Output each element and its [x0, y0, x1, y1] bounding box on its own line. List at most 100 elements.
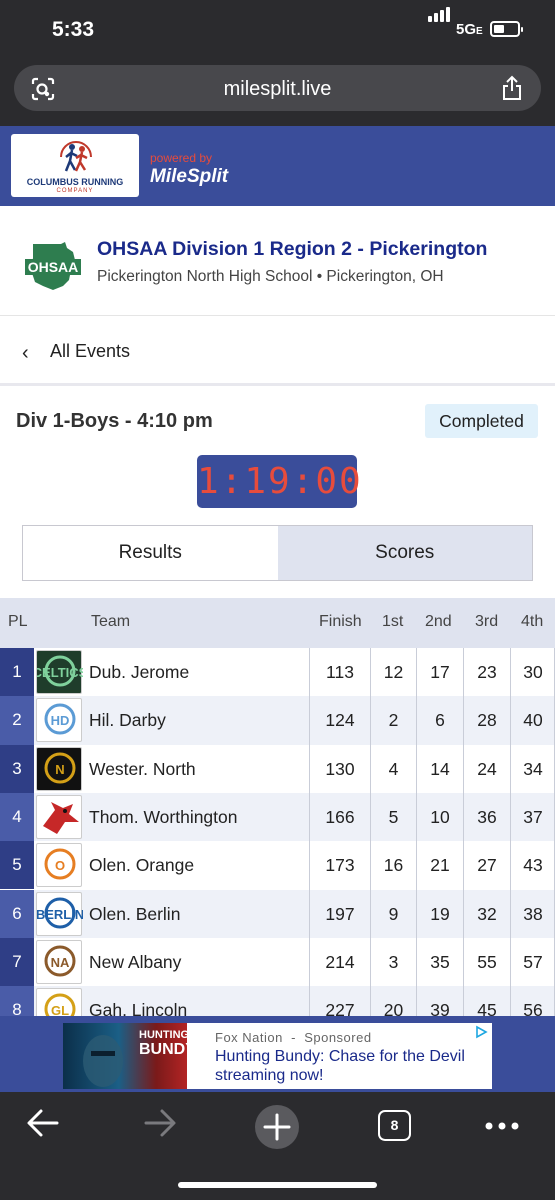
runner-r3-place: 36: [477, 806, 497, 827]
home-indicator: [178, 1182, 377, 1188]
finish-score: 197: [325, 903, 355, 924]
table-row[interactable]: 6 BERLIN Olen. Berlin 197 9 19 32 38: [0, 889, 555, 938]
event-title: Div 1-Boys - 4:10 pm: [16, 410, 213, 432]
runner-r4-place: 34: [523, 758, 543, 779]
finish-score: 113: [326, 662, 354, 682]
network-type: 5GE: [456, 21, 483, 38]
back-arrow-icon[interactable]: [26, 1108, 60, 1138]
team-logo: N: [36, 746, 82, 791]
runner-r4-place: 56: [523, 1000, 543, 1016]
meet-header: OHSAA OHSAA Division 1 Region 2 - Picker…: [0, 206, 555, 316]
finish-score: 130: [325, 758, 355, 779]
runner-r3-place: 24: [477, 758, 497, 779]
more-options-icon[interactable]: [485, 1122, 519, 1130]
meet-location: Pickerington North High School • Pickeri…: [97, 268, 444, 285]
svg-text:BERLIN: BERLIN: [37, 907, 83, 922]
team-logo: BERLIN: [36, 891, 84, 936]
runner-r2-place: 35: [430, 951, 450, 972]
table-row[interactable]: 2 HD Hil. Darby 124 2 6 28 40: [0, 696, 555, 745]
address-bar[interactable]: milesplit.live: [14, 65, 541, 111]
tabs-count-button[interactable]: 8: [378, 1110, 411, 1141]
results-tabs: Results Scores: [22, 525, 533, 581]
team-logo: NA: [36, 939, 82, 984]
team-name[interactable]: Gah. Lincoln: [89, 1000, 187, 1016]
ad-image: HUNTING BUNDY: [63, 1023, 196, 1089]
finish-score: 214: [325, 951, 355, 972]
runner-r3-place: 27: [477, 855, 497, 876]
meet-title[interactable]: OHSAA Division 1 Region 2 - Pickerington: [97, 238, 487, 261]
browser-toolbar: milesplit.live: [0, 62, 555, 126]
team-name[interactable]: Thom. Worthington: [89, 807, 238, 828]
runner-r1-place: 4: [388, 758, 399, 779]
new-tab-icon[interactable]: [254, 1104, 300, 1150]
runner-r4-place: 38: [523, 903, 543, 924]
team-name[interactable]: Olen. Orange: [89, 855, 194, 876]
team-logo: HD: [36, 698, 82, 743]
svg-text:GL: GL: [51, 1003, 69, 1016]
svg-text:HD: HD: [51, 713, 70, 728]
runner-r3-place: 28: [477, 710, 497, 731]
runner-r2-place: 17: [430, 662, 450, 682]
tab-results[interactable]: Results: [23, 526, 278, 580]
team-name[interactable]: Dub. Jerome: [89, 662, 189, 683]
place-cell: 7: [0, 937, 34, 987]
runner-r2-place: 39: [430, 1000, 450, 1016]
place-cell: 4: [0, 792, 34, 842]
finish-score: 166: [325, 806, 355, 827]
svg-text:O: O: [55, 858, 65, 873]
runner-r2-place: 14: [430, 758, 450, 779]
all-events-link[interactable]: ‹ All Events: [0, 316, 555, 386]
header-4th: 4th: [521, 613, 544, 630]
finish-score: 173: [325, 855, 355, 876]
adchoices-icon[interactable]: [474, 1025, 488, 1039]
table-row[interactable]: 3 N Wester. North 130 4 14 24 34: [0, 744, 555, 793]
header-1st: 1st: [382, 613, 404, 630]
runner-r1-place: 2: [388, 710, 399, 731]
share-icon[interactable]: [501, 75, 523, 101]
forward-arrow-icon[interactable]: [143, 1108, 177, 1138]
header-3rd: 3rd: [475, 613, 499, 630]
header-2nd: 2nd: [425, 613, 452, 630]
runner-r3-place: 45: [477, 1000, 497, 1016]
runner-r4-place: 57: [523, 951, 543, 972]
tab-scores[interactable]: Scores: [277, 526, 532, 580]
runner-r3-place: 55: [477, 951, 497, 972]
runner-r1-place: 9: [388, 903, 399, 924]
team-name[interactable]: Wester. North: [89, 759, 196, 780]
race-clock: 1:19:00: [197, 455, 361, 508]
place-cell: 8: [0, 986, 34, 1016]
place-cell: 3: [0, 744, 34, 793]
sponsored-ad[interactable]: HUNTING BUNDY Fox Nation - Sponsored Hunt…: [63, 1023, 492, 1089]
ohsaa-logo: OHSAA: [25, 242, 81, 290]
url-text: milesplit.live: [223, 78, 332, 100]
runner-r4-place: 37: [523, 806, 543, 827]
team-name[interactable]: Olen. Berlin: [89, 904, 180, 925]
table-row[interactable]: 5 O Olen. Orange 173 16 21 27 43: [0, 841, 555, 890]
svg-text:OHSAA: OHSAA: [28, 259, 79, 275]
runner-r3-place: 23: [477, 662, 497, 682]
columbus-running-logo[interactable]: COLUMBUS RUNNING COMPANY: [11, 134, 139, 197]
runner-r1-place: 20: [383, 1000, 404, 1016]
table-row[interactable]: 4 Thom. Worthington 166 5 10 36 37: [0, 792, 555, 842]
table-row[interactable]: 1 CELTICS Dub. Jerome 113 12 17 23 30: [0, 648, 555, 697]
milesplit-logo[interactable]: MileSplit: [150, 166, 228, 188]
place-cell: 2: [0, 696, 34, 745]
powered-by-label: powered by: [150, 151, 213, 165]
runner-r1-place: 12: [383, 662, 404, 682]
chevron-left-icon: ‹: [22, 342, 29, 364]
status-time: 5:33: [52, 18, 95, 41]
table-header: PL Team Finish 1st 2nd 3rd 4th: [0, 598, 555, 648]
runner-r1-place: 3: [388, 951, 399, 972]
ad-headline[interactable]: Hunting Bundy: Chase for the Devil strea…: [215, 1047, 477, 1085]
place-cell: 6: [0, 889, 34, 938]
table-row[interactable]: 7 NA New Albany 214 3 35 55 57: [0, 937, 555, 987]
status-bar: 5:33 5GE: [0, 0, 555, 62]
team-name[interactable]: Hil. Darby: [89, 710, 166, 731]
svg-text:NA: NA: [51, 955, 70, 970]
runner-r2-place: 6: [435, 710, 445, 731]
team-name[interactable]: New Albany: [89, 952, 181, 973]
runner-r2-place: 10: [430, 806, 450, 827]
place-cell: 1: [0, 648, 34, 697]
table-row[interactable]: 8 GL Gah. Lincoln 227 20 39 45 56: [0, 986, 555, 1016]
header-team: Team: [91, 613, 131, 630]
